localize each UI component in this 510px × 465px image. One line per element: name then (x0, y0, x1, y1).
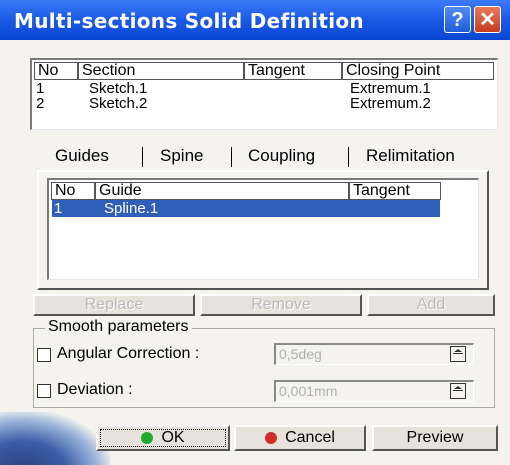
add-button[interactable]: Add (367, 294, 495, 316)
tab-coupling[interactable]: Coupling (248, 143, 315, 169)
cancel-label: Cancel (285, 429, 335, 446)
deviation-spinner[interactable] (450, 383, 466, 399)
deviation-label: Deviation : (57, 381, 133, 398)
preview-button[interactable]: Preview (372, 425, 498, 451)
angular-correction-input[interactable]: 0,5deg (274, 343, 474, 365)
column-header-no[interactable]: No (34, 62, 78, 80)
column-header-tangent[interactable]: Tangent (349, 182, 441, 200)
table-row-no: 1 (54, 200, 63, 217)
column-header-section[interactable]: Section (78, 62, 244, 80)
deviation-input[interactable]: 0,001mm (274, 380, 474, 402)
decorative-logo-art (0, 412, 110, 465)
cancel-button[interactable]: Cancel (234, 425, 366, 451)
close-button[interactable]: ✕ (474, 6, 501, 33)
guides-list[interactable]: No Guide Tangent 1 Spline.1 (47, 178, 479, 280)
sections-list[interactable]: No Section Tangent Closing Point 1 Sketc… (30, 58, 498, 130)
table-row-selected[interactable]: 1 Spline.1 (52, 200, 440, 217)
tab-divider (348, 147, 349, 167)
table-row-closing-point[interactable]: Extremum.2 (350, 96, 431, 111)
deviation-checkbox[interactable] (37, 384, 51, 398)
ok-label: OK (161, 429, 185, 446)
tab-relimitation[interactable]: Relimitation (366, 143, 455, 169)
smooth-parameters-label: Smooth parameters (45, 318, 192, 336)
tab-divider (142, 147, 143, 167)
column-header-no[interactable]: No (51, 182, 95, 200)
table-row-no[interactable]: 2 (36, 96, 44, 111)
window-title: Multi-sections Solid Definition (14, 9, 364, 33)
table-row-no[interactable]: 1 (36, 81, 44, 96)
angular-correction-spinner[interactable] (450, 346, 466, 362)
table-row-section[interactable]: Sketch.2 (89, 96, 147, 111)
angular-correction-label: Angular Correction : (57, 345, 200, 362)
title-bar[interactable]: Multi-sections Solid Definition ? ✕ (0, 0, 510, 40)
table-row-section[interactable]: Sketch.1 (89, 81, 147, 96)
column-header-guide[interactable]: Guide (95, 182, 349, 200)
tab-spine[interactable]: Spine (160, 143, 203, 169)
table-row-closing-point[interactable]: Extremum.1 (350, 81, 431, 96)
help-button[interactable]: ? (444, 6, 471, 33)
tab-guides[interactable]: Guides (55, 143, 109, 169)
ok-button[interactable]: OK (96, 425, 230, 451)
column-header-closing-point[interactable]: Closing Point (342, 62, 494, 80)
angular-correction-checkbox[interactable] (37, 348, 51, 362)
ok-dot-icon (141, 431, 154, 444)
dialog-window: Multi-sections Solid Definition ? ✕ No S… (0, 0, 510, 465)
cancel-dot-icon (265, 431, 278, 444)
tab-divider (231, 147, 232, 167)
remove-button[interactable]: Remove (200, 294, 362, 316)
table-row-guide: Spline.1 (104, 200, 159, 217)
replace-button[interactable]: Replace (33, 294, 195, 316)
column-header-tangent[interactable]: Tangent (244, 62, 342, 80)
guides-tab-panel: No Guide Tangent 1 Spline.1 (37, 170, 489, 290)
